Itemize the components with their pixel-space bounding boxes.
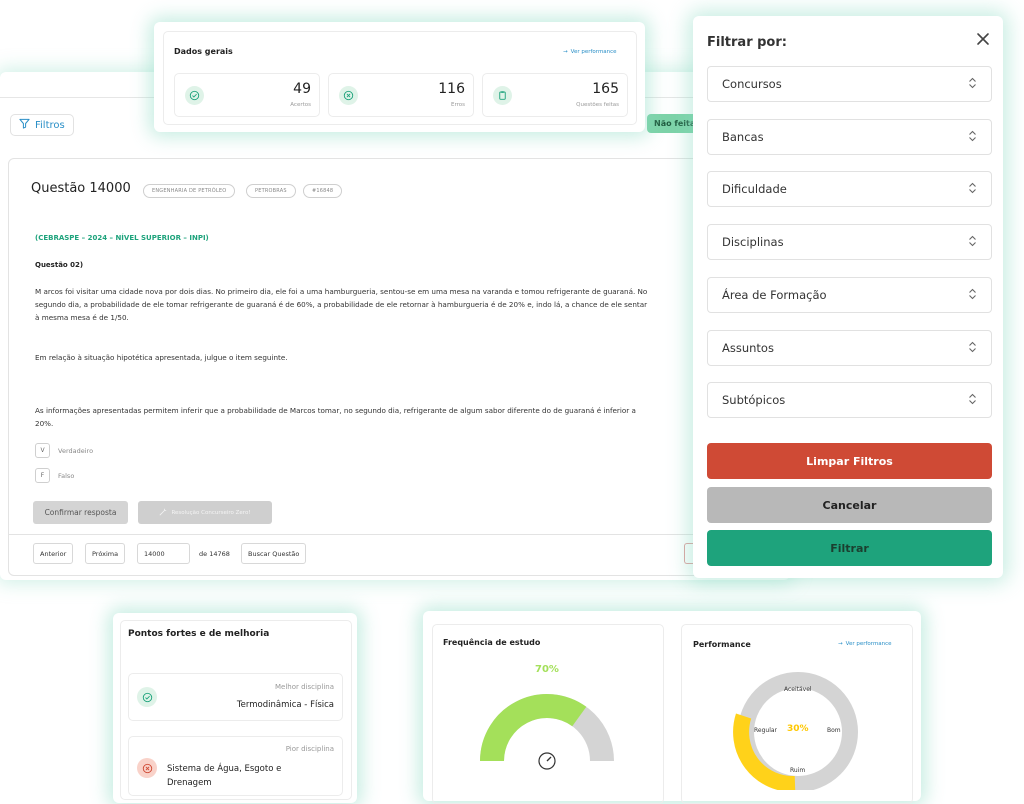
select-subtopicos[interactable]: Subtópicos — [707, 382, 992, 418]
filter-icon — [19, 118, 30, 132]
worst-subject-label: Pior disciplina — [285, 745, 334, 753]
frequency-gauge — [480, 694, 614, 782]
apply-filter-button[interactable]: Filtrar — [707, 530, 992, 566]
chevron-updown-icon — [968, 393, 977, 408]
page-total: de 14768 — [199, 550, 230, 558]
prev-button[interactable]: Anterior — [33, 543, 74, 564]
footer-divider — [8, 534, 700, 535]
select-label: Dificuldade — [722, 182, 787, 196]
study-frequency-percent: 70% — [535, 664, 559, 675]
select-label: Bancas — [722, 130, 764, 144]
question-statement-line: As informações apresentadas permitem inf… — [35, 406, 636, 415]
chevron-updown-icon — [968, 77, 977, 92]
question-tag: PETROBRAS — [246, 184, 296, 198]
view-performance-link[interactable]: → Ver performance — [563, 49, 617, 55]
select-label: Disciplinas — [722, 235, 784, 249]
view-performance-label: Ver performance — [570, 49, 617, 55]
performance-title: Performance — [693, 640, 751, 649]
question-prompt: Em relação à situação hipotética apresen… — [35, 353, 288, 362]
wand-icon — [159, 508, 167, 518]
chevron-updown-icon — [968, 288, 977, 303]
stat-value: 116 — [438, 81, 465, 97]
stat-label: Erros — [450, 102, 465, 108]
question-tag: ENGENHARIA DE PETRÓLEO — [143, 184, 236, 198]
confirm-answer-button[interactable]: Confirmar resposta — [33, 501, 128, 524]
option-f-radio[interactable]: F — [35, 468, 50, 483]
option-v-label[interactable]: Verdadeiro — [58, 447, 93, 455]
arrow-right-icon: → — [563, 49, 568, 55]
x-circle-icon — [339, 86, 358, 105]
stat-erros: 116 Erros — [328, 73, 474, 117]
filter-title: Filtrar por: — [707, 35, 787, 50]
question-number: Questão 02) — [35, 261, 84, 269]
best-subject-value: Termodinâmica - Física — [236, 700, 334, 710]
select-bancas[interactable]: Bancas — [707, 119, 992, 155]
option-v-radio[interactable]: V — [35, 443, 50, 458]
stat-label: Acertos — [290, 102, 311, 108]
worst-subject-box: Pior disciplina Sistema de Água, Esgoto … — [128, 736, 343, 796]
filters-button[interactable]: Filtros — [10, 114, 74, 136]
general-data-title: Dados gerais — [174, 47, 233, 56]
question-text-line: à mesma mesa é de 1/50. — [35, 313, 129, 322]
filters-label: Filtros — [35, 119, 65, 131]
cancel-button[interactable]: Cancelar — [707, 487, 992, 523]
question-text-line: segundo dia, a probabilidade de ele toma… — [35, 300, 648, 309]
chevron-updown-icon — [968, 182, 977, 197]
study-frequency-title: Frequência de estudo — [443, 638, 541, 647]
next-button[interactable]: Próxima — [85, 543, 126, 564]
select-dificuldade[interactable]: Dificuldade — [707, 171, 992, 207]
stat-label: Questões feitas — [576, 102, 619, 108]
select-label: Área de Formação — [722, 288, 827, 302]
search-question-button[interactable]: Buscar Questão — [241, 543, 307, 564]
question-text-line: M arcos foi visitar uma cidade nova por … — [35, 287, 648, 296]
x-circle-icon — [137, 758, 157, 778]
select-label: Subtópicos — [722, 393, 786, 407]
chevron-updown-icon — [968, 235, 977, 250]
option-f-label[interactable]: Falso — [58, 472, 74, 480]
view-performance-link[interactable]: → Ver performance — [838, 641, 892, 647]
select-area-formacao[interactable]: Área de Formação — [707, 277, 992, 313]
question-tag: #16848 — [303, 184, 343, 198]
close-icon[interactable] — [973, 29, 993, 49]
question-source: (CEBRASPE – 2024 – NÍVEL SUPERIOR – INPI… — [35, 234, 209, 242]
chevron-updown-icon — [968, 130, 977, 145]
resolution-label: Resolução Concurseiro Zero! — [171, 509, 251, 516]
donut-label-right: Bom — [827, 727, 841, 734]
strengths-title: Pontos fortes e de melhoria — [128, 629, 270, 639]
performance-percent: 30% — [787, 724, 809, 734]
arrow-right-icon: → — [838, 641, 843, 647]
select-label: Assuntos — [722, 341, 774, 355]
question-title: Questão 14000 — [31, 181, 131, 196]
stat-value: 165 — [592, 81, 619, 97]
check-circle-icon — [137, 687, 157, 707]
stat-value: 49 — [293, 81, 311, 97]
donut-label-top: Aceitável — [784, 686, 812, 693]
worst-subject-value: Drenagem — [167, 778, 212, 788]
chevron-updown-icon — [968, 341, 977, 356]
check-circle-icon — [185, 86, 204, 105]
best-subject-box: Melhor disciplina Termodinâmica - Física — [128, 673, 343, 721]
select-disciplinas[interactable]: Disciplinas — [707, 224, 992, 260]
stat-acertos: 49 Acertos — [174, 73, 320, 117]
donut-label-left: Regular — [754, 727, 778, 734]
stat-questoes: 165 Questões feitas — [482, 73, 628, 117]
select-assuntos[interactable]: Assuntos — [707, 330, 992, 366]
view-performance-label: Ver performance — [845, 641, 892, 647]
clipboard-icon — [493, 86, 512, 105]
page-number-input[interactable]: 14000 — [137, 543, 190, 564]
resolution-button[interactable]: Resolução Concurseiro Zero! — [138, 501, 272, 524]
select-label: Concursos — [722, 77, 782, 91]
question-statement-line: 20%. — [35, 419, 54, 428]
select-concursos[interactable]: Concursos — [707, 66, 992, 102]
donut-label-bottom: Ruim — [790, 767, 806, 774]
worst-subject-value: Sistema de Água, Esgoto e — [167, 764, 282, 774]
clear-filters-button[interactable]: Limpar Filtros — [707, 443, 992, 479]
best-subject-label: Melhor disciplina — [274, 683, 334, 691]
